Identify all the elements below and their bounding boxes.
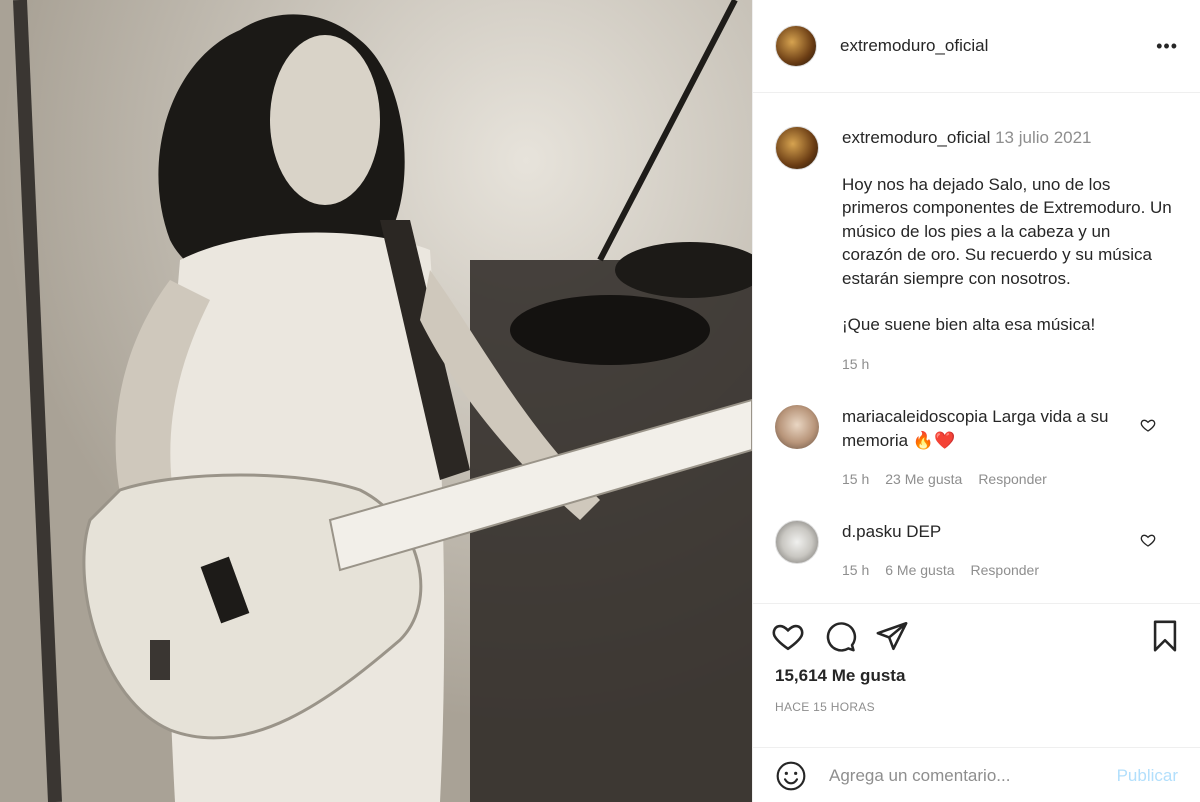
add-comment-bar: Publicar [753, 747, 1200, 802]
comment-input[interactable] [829, 765, 1117, 786]
commenter-avatar[interactable] [775, 405, 819, 449]
heart-icon[interactable] [771, 619, 805, 653]
more-horizontal-icon[interactable]: ••• [1156, 36, 1178, 57]
post-photo[interactable] [0, 0, 752, 802]
comments-list[interactable]: extremoduro_oficial 13 julio 2021 Hoy no… [753, 93, 1200, 602]
comment-heart-icon[interactable] [1140, 417, 1156, 433]
post-timestamp: HACE 15 HORAS [775, 700, 875, 714]
author-avatar[interactable] [775, 25, 817, 67]
author-username[interactable]: extremoduro_oficial [840, 36, 988, 56]
caption: extremoduro_oficial 13 julio 2021 Hoy no… [775, 126, 1178, 376]
comment-username[interactable]: d.pasku [842, 522, 902, 541]
comment-likes[interactable]: 23 Me gusta [885, 468, 962, 492]
comment-time: 15 h [842, 471, 870, 487]
bookmark-icon[interactable] [1148, 619, 1182, 653]
comment-text: DEP [906, 521, 942, 541]
comment-item: mariacaleidoscopia Larga vida a su memor… [775, 405, 1178, 492]
post-header: extremoduro_oficial ••• [753, 0, 1200, 93]
comment-item: d.pasku DEP 15 h 6 Me gusta Responder [775, 519, 1178, 583]
caption-time: 15 h [842, 355, 870, 372]
reply-button[interactable]: Responder [978, 468, 1047, 492]
comment-time: 15 h [842, 562, 870, 578]
caption-text-2: ¡Que suene bien alta esa música! [842, 315, 1096, 334]
post-footer: 15,614 Me gusta HACE 15 HORAS Publicar [753, 603, 1200, 790]
caption-avatar[interactable] [775, 126, 819, 170]
comment-username[interactable]: mariacaleidoscopia [842, 407, 988, 426]
likes-count[interactable]: 15,614 Me gusta [753, 666, 1200, 686]
comment-likes[interactable]: 6 Me gusta [885, 559, 954, 583]
post-viewer: extremoduro_oficial ••• extremoduro_ofic… [0, 0, 1200, 802]
publish-button[interactable]: Publicar [1117, 766, 1178, 786]
emoji-icon[interactable] [775, 760, 807, 792]
comment-heart-icon[interactable] [1140, 532, 1156, 548]
reply-button[interactable]: Responder [971, 559, 1040, 583]
photo-illustration [0, 0, 752, 802]
commenter-avatar[interactable] [775, 519, 819, 564]
action-bar [753, 604, 1200, 668]
comment-icon[interactable] [823, 619, 857, 653]
caption-username[interactable]: extremoduro_oficial [842, 128, 990, 147]
caption-date: 13 julio 2021 [995, 128, 1092, 147]
send-icon[interactable] [875, 619, 909, 653]
caption-text: Hoy nos ha dejado Salo, uno de los prime… [842, 174, 1172, 288]
post-panel: extremoduro_oficial ••• extremoduro_ofic… [752, 0, 1200, 802]
